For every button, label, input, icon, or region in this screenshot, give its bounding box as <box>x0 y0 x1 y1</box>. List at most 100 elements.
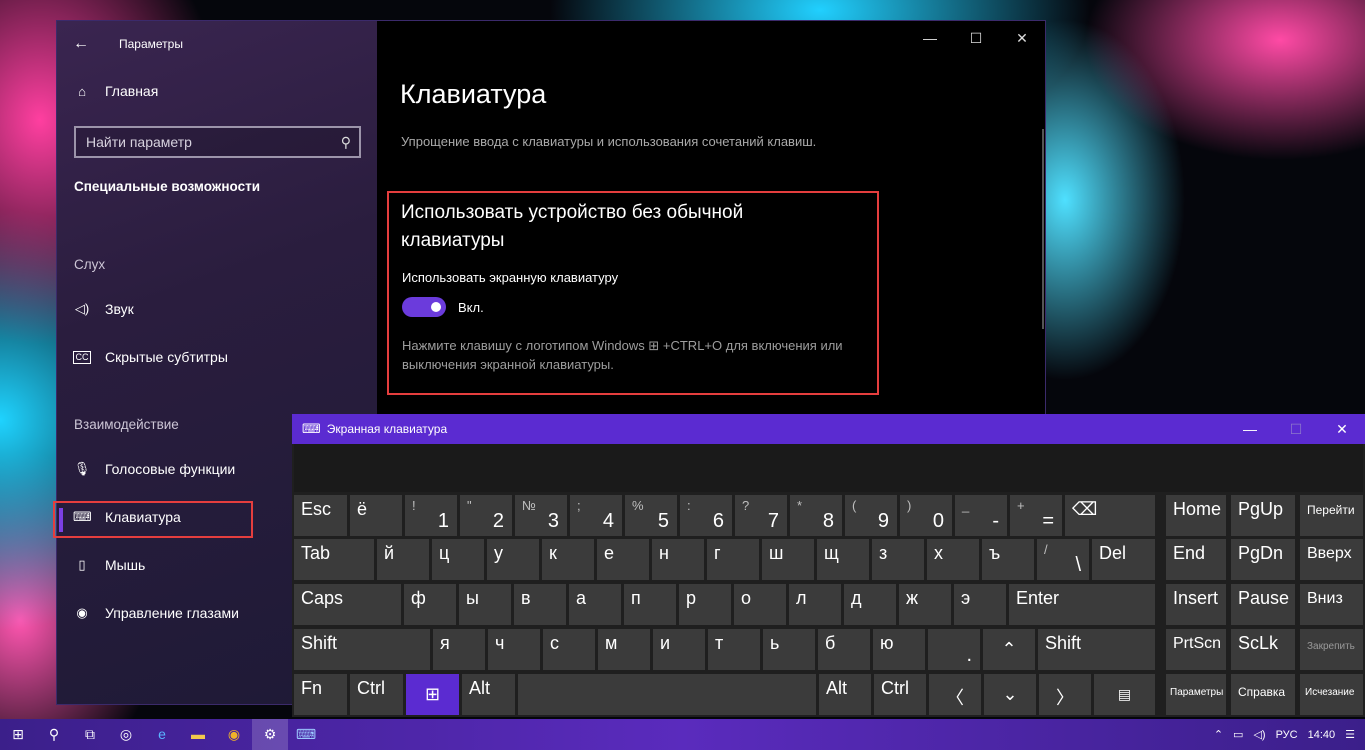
nav-item-captions[interactable]: CC Скрытые субтитры <box>73 349 228 365</box>
task-view-icon[interactable]: ⧉ <box>72 719 108 750</box>
file-explorer-icon[interactable]: ▬ <box>180 719 216 750</box>
key-fn[interactable]: Fn <box>294 674 347 715</box>
key-enter[interactable]: Enter <box>1009 584 1155 625</box>
key-backslash[interactable]: / \ <box>1037 539 1089 580</box>
nav-item-sound[interactable]: ◁) Звук <box>73 301 134 317</box>
key-pgdn[interactable]: PgDn <box>1231 539 1295 580</box>
key-1[interactable]: ! 1 <box>405 495 457 536</box>
key-b[interactable]: б <box>818 629 870 670</box>
key-equals[interactable]: + = <box>1010 495 1062 536</box>
key-alt-left[interactable]: Alt <box>462 674 515 715</box>
volume-icon[interactable]: ◁) <box>1253 728 1265 741</box>
key-r[interactable]: р <box>679 584 731 625</box>
key-home[interactable]: Home <box>1166 495 1226 536</box>
key-pgup[interactable]: PgUp <box>1231 495 1295 536</box>
key-yu[interactable]: ю <box>873 629 925 670</box>
key-shift-left[interactable]: Shift <box>294 629 430 670</box>
settings-gear-icon[interactable]: ⚙ <box>252 719 288 750</box>
back-arrow-icon[interactable]: ← <box>71 35 91 53</box>
language-indicator[interactable]: РУС <box>1276 729 1298 741</box>
key-ctrl-right[interactable]: Ctrl <box>874 674 926 715</box>
key-7[interactable]: ? 7 <box>735 495 787 536</box>
key-y[interactable]: й <box>377 539 429 580</box>
key-sch[interactable]: щ <box>817 539 869 580</box>
store-icon[interactable]: ◎ <box>108 719 144 750</box>
key-5[interactable]: % 5 <box>625 495 677 536</box>
windows-start-icon[interactable]: ⊞ <box>0 719 36 750</box>
key-sh[interactable]: ш <box>762 539 814 580</box>
key-end[interactable]: End <box>1166 539 1226 580</box>
key-e[interactable]: е <box>597 539 649 580</box>
key-windows[interactable]: ⊞ <box>406 674 459 715</box>
key-s[interactable]: с <box>543 629 595 670</box>
key-ctrl-left[interactable]: Ctrl <box>350 674 403 715</box>
key-move-up[interactable]: Вверх <box>1300 539 1363 580</box>
key-menu[interactable]: ▤ <box>1094 674 1155 715</box>
key-yo[interactable]: ё <box>350 495 402 536</box>
key-zh[interactable]: ж <box>899 584 951 625</box>
key-ch[interactable]: ч <box>488 629 540 670</box>
key-goto[interactable]: Перейти <box>1300 495 1363 536</box>
key-space[interactable] <box>518 674 816 715</box>
key-sclk[interactable]: ScLk <box>1231 629 1295 670</box>
key-v[interactable]: в <box>514 584 566 625</box>
key-prtscn[interactable]: PrtScn <box>1166 629 1226 670</box>
key-m[interactable]: м <box>598 629 650 670</box>
key-dot[interactable]: . <box>928 629 980 670</box>
clock[interactable]: 14:40 <box>1308 729 1336 741</box>
key-arrow-left[interactable]: 〈 <box>929 674 981 715</box>
key-pause[interactable]: Pause <box>1231 584 1295 625</box>
key-6[interactable]: :6 <box>680 495 732 536</box>
scrollbar[interactable] <box>1042 129 1044 329</box>
chrome-icon[interactable]: ◉ <box>216 719 252 750</box>
keyboard-icon[interactable]: ⌨ <box>288 719 324 750</box>
key-alt-right[interactable]: Alt <box>819 674 871 715</box>
key-n[interactable]: н <box>652 539 704 580</box>
key-ya[interactable]: я <box>433 629 485 670</box>
key-del[interactable]: Del <box>1092 539 1155 580</box>
minimize-icon[interactable]: — <box>907 21 953 55</box>
edge-browser-icon[interactable]: e <box>144 719 180 750</box>
key-arrow-up[interactable]: ⌃ <box>983 629 1035 670</box>
network-icon[interactable]: ▭ <box>1233 728 1243 741</box>
maximize-icon[interactable]: ☐ <box>953 21 999 55</box>
notifications-icon[interactable]: ☰ <box>1345 728 1355 741</box>
key-a[interactable]: а <box>569 584 621 625</box>
key-options[interactable]: Параметры <box>1166 674 1226 715</box>
key-esc[interactable]: Esc <box>294 495 347 536</box>
key-arrow-right[interactable]: 〉 <box>1039 674 1091 715</box>
search-icon[interactable]: ⚲ <box>341 134 351 151</box>
key-3[interactable]: № 3 <box>515 495 567 536</box>
key-9[interactable]: (9 <box>845 495 897 536</box>
key-p[interactable]: п <box>624 584 676 625</box>
key-t[interactable]: т <box>708 629 760 670</box>
nav-home[interactable]: ⌂ Главная <box>73 83 158 99</box>
search-icon[interactable]: ⚲ <box>36 719 72 750</box>
key-tab[interactable]: Tab <box>294 539 374 580</box>
key-hard-sign[interactable]: ъ <box>982 539 1034 580</box>
key-ee[interactable]: э <box>954 584 1006 625</box>
key-z[interactable]: з <box>872 539 924 580</box>
key-u[interactable]: у <box>487 539 539 580</box>
key-k[interactable]: к <box>542 539 594 580</box>
key-o[interactable]: о <box>734 584 786 625</box>
search-box[interactable]: ⚲ <box>74 126 361 158</box>
key-8[interactable]: * 8 <box>790 495 842 536</box>
key-backspace[interactable]: ⌫ <box>1065 495 1155 536</box>
key-0[interactable]: ) 0 <box>900 495 952 536</box>
key-l[interactable]: л <box>789 584 841 625</box>
nav-item-keyboard[interactable]: ⌨ Клавиатура <box>73 509 181 525</box>
key-shift-right[interactable]: Shift <box>1038 629 1155 670</box>
key-fade[interactable]: Исчезание <box>1300 674 1363 715</box>
key-d[interactable]: д <box>844 584 896 625</box>
key-ts[interactable]: ц <box>432 539 484 580</box>
osk-toggle[interactable] <box>402 297 446 317</box>
key-arrow-down[interactable]: ⌄ <box>984 674 1036 715</box>
key-move-down[interactable]: Вниз <box>1300 584 1363 625</box>
nav-item-mouse[interactable]: ▯ Мышь <box>73 557 145 573</box>
key-h[interactable]: х <box>927 539 979 580</box>
nav-item-eye-control[interactable]: ◉ Управление глазами <box>73 605 239 621</box>
key-g[interactable]: г <box>707 539 759 580</box>
close-icon[interactable]: ✕ <box>999 21 1045 55</box>
key-2[interactable]: " 2 <box>460 495 512 536</box>
